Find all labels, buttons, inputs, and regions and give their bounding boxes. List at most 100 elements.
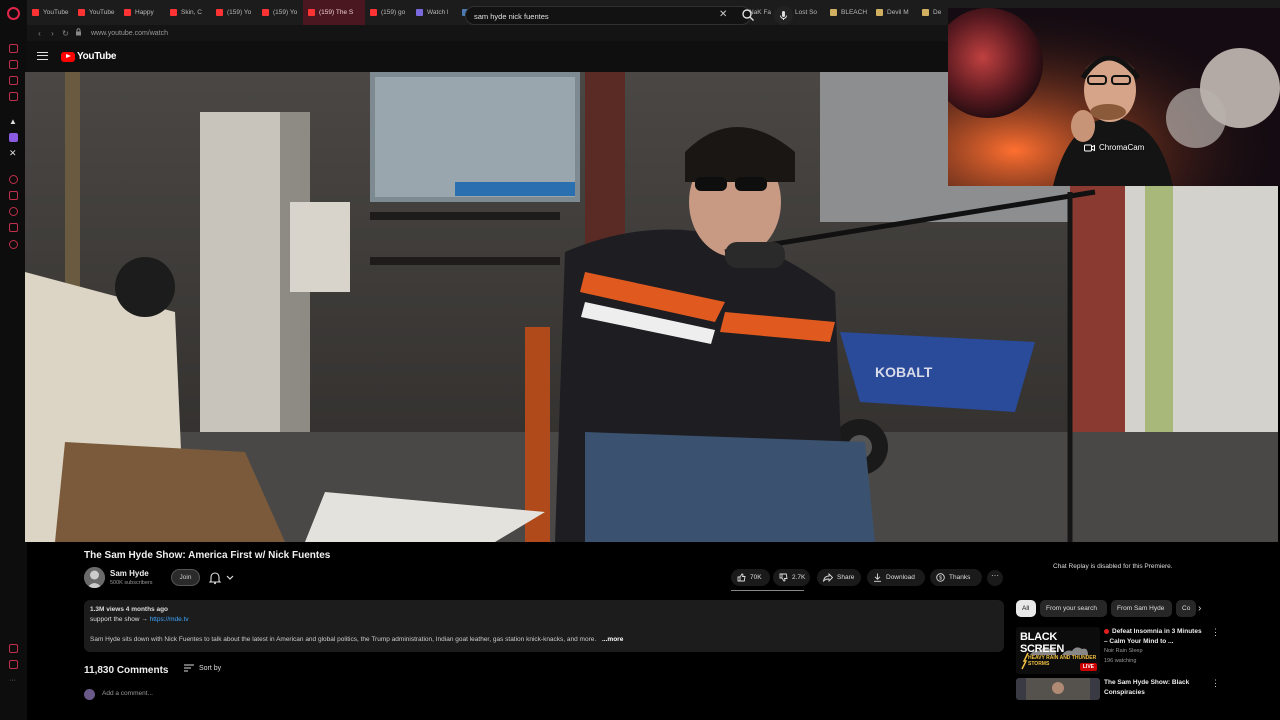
chip-all[interactable]: All — [1016, 600, 1036, 617]
search-input[interactable]: sam hyde nick fuentes — [465, 6, 751, 25]
sam-hyde-thumbnail-art — [1016, 678, 1100, 700]
thumbs-down-icon — [779, 573, 788, 582]
sidebar-app-icon[interactable] — [9, 644, 18, 653]
recommendation-menu-icon[interactable]: ⋮ — [1211, 627, 1220, 638]
clear-search-icon[interactable]: ✕ — [719, 9, 727, 21]
aria-icon[interactable]: ▲ — [9, 117, 18, 126]
sidebar-more-icon[interactable]: ··· — [9, 676, 18, 685]
recommendation-meta: 196 watching — [1104, 658, 1137, 664]
sidebar-app-icon[interactable] — [9, 175, 18, 184]
sidebar-app-icon[interactable] — [9, 44, 18, 53]
thanks-button[interactable]: $ Thanks — [930, 569, 982, 586]
tab-favicon-icon — [876, 9, 883, 16]
browser-tab[interactable]: Devil M — [871, 0, 917, 25]
browser-tab[interactable]: Happy — [119, 0, 165, 25]
browser-tab[interactable]: (159) go — [365, 0, 411, 25]
tab-favicon-icon — [124, 9, 131, 16]
video-title: The Sam Hyde Show: America First w/ Nick… — [84, 550, 331, 561]
tab-favicon-icon — [170, 9, 177, 16]
more-actions-button[interactable]: ··· — [987, 570, 1003, 586]
messenger-icon[interactable] — [9, 133, 18, 142]
browser-tab[interactable]: Watch l — [411, 0, 457, 25]
join-button[interactable]: Join — [171, 569, 200, 586]
chevron-right-icon[interactable]: › — [1198, 603, 1201, 614]
sidebar-app-icon[interactable] — [9, 76, 18, 85]
comments-count: 11,830 Comments — [84, 665, 169, 676]
sort-icon — [184, 664, 194, 672]
settings-icon[interactable] — [9, 240, 18, 249]
download-icon — [874, 573, 881, 582]
channel-name[interactable]: Sam Hyde — [110, 569, 149, 578]
description-text: Sam Hyde sits down with Nick Fuentes to … — [90, 636, 623, 643]
tab-favicon-icon — [32, 9, 39, 16]
opera-logo-icon[interactable] — [7, 7, 20, 20]
dislike-count: 2.7K — [792, 574, 806, 581]
tab-favicon-icon — [216, 9, 223, 16]
back-icon[interactable]: ‹ — [33, 29, 46, 38]
tab-favicon-icon — [416, 9, 423, 16]
show-more-button[interactable]: ...more — [602, 636, 623, 643]
x-twitter-icon[interactable]: ✕ — [9, 149, 18, 158]
tab-label: YouTube — [43, 9, 69, 16]
voice-search-button[interactable] — [774, 6, 793, 25]
chip-co[interactable]: Co — [1176, 600, 1196, 617]
forward-icon[interactable]: › — [46, 29, 59, 38]
sidebar-app-icon[interactable] — [9, 660, 18, 669]
sidebar-app-icon[interactable] — [9, 191, 18, 200]
live-dot-icon — [1104, 628, 1109, 634]
browser-tab-active[interactable]: (159) The S — [303, 0, 365, 25]
tab-label: (159) The S — [319, 9, 354, 16]
sidebar-app-icon[interactable] — [9, 60, 18, 69]
browser-tab[interactable]: BLEACH — [825, 0, 871, 25]
tab-favicon-icon — [370, 9, 377, 16]
view-stats: 1.3M views 4 months ago — [90, 606, 169, 613]
add-comment-input[interactable]: Add a comment... — [102, 690, 153, 697]
channel-avatar[interactable] — [84, 567, 105, 588]
tab-label: De — [933, 9, 942, 16]
user-avatar — [84, 689, 95, 700]
share-button[interactable]: Share — [817, 569, 861, 586]
search-icon[interactable] — [741, 8, 755, 22]
tab-label: YouTube — [89, 9, 115, 16]
svg-text:$: $ — [939, 576, 942, 582]
chip-from-sam-hyde[interactable]: From Sam Hyde — [1111, 600, 1172, 617]
reload-icon[interactable]: ↻ — [59, 29, 72, 38]
sidebar-app-icon[interactable] — [9, 92, 18, 101]
browser-tab[interactable]: YouTube — [73, 0, 119, 25]
recommendation-title[interactable]: Defeat Insomnia in 3 Minutes – Calm Your… — [1104, 627, 1204, 646]
browser-tab[interactable]: (159) Yo — [257, 0, 303, 25]
history-icon[interactable] — [9, 207, 18, 216]
recommendation-thumbnail[interactable] — [1016, 678, 1100, 700]
youtube-logo[interactable]: YouTube — [61, 51, 117, 62]
browser-tab[interactable]: YouTube — [27, 0, 73, 25]
sidebar-app-icon[interactable] — [9, 223, 18, 232]
tab-favicon-icon — [78, 9, 85, 16]
sort-label: Sort by — [199, 664, 222, 672]
description-box[interactable]: 1.3M views 4 months ago support the show… — [84, 600, 1004, 652]
thumbnail-title: BLACK SCREEN — [1020, 631, 1065, 655]
chip-from-your-search[interactable]: From your search — [1040, 600, 1107, 617]
like-ratio-bar — [731, 590, 804, 591]
tab-label: (159) Yo — [227, 9, 252, 16]
subscriber-count: 500K subscribers — [110, 580, 153, 586]
tab-favicon-icon — [262, 9, 269, 16]
menu-icon[interactable] — [37, 52, 48, 60]
recommendation-thumbnail[interactable]: BLACK SCREEN HEAVY RAIN AND THUNDER STOR… — [1016, 627, 1100, 674]
browser-tab[interactable]: (159) Yo — [211, 0, 257, 25]
recommendation-channel[interactable]: Noir Rain Sleep — [1104, 648, 1143, 654]
browser-sidebar: ▲ ✕ ··· — [0, 0, 27, 720]
dislike-button[interactable]: 2.7K — [773, 569, 810, 586]
tab-label: Lost So — [795, 9, 818, 16]
tab-label: Skin, C — [181, 9, 202, 16]
sort-comments-button[interactable]: Sort by — [184, 664, 221, 672]
camera-icon — [1084, 144, 1095, 151]
support-link[interactable]: https://mde.tv — [150, 616, 189, 623]
download-button[interactable]: Download — [867, 569, 925, 586]
recommendation-title[interactable]: The Sam Hyde Show: Black Conspiracies — [1104, 678, 1204, 697]
recommendation-menu-icon[interactable]: ⋮ — [1211, 678, 1220, 689]
url-text[interactable]: www.youtube.com/watch — [91, 30, 168, 37]
like-button[interactable]: 70K — [731, 569, 770, 586]
browser-tab[interactable]: Skin, C — [165, 0, 211, 25]
notifications-button[interactable] — [206, 569, 240, 586]
tab-label: (159) Yo — [273, 9, 298, 16]
